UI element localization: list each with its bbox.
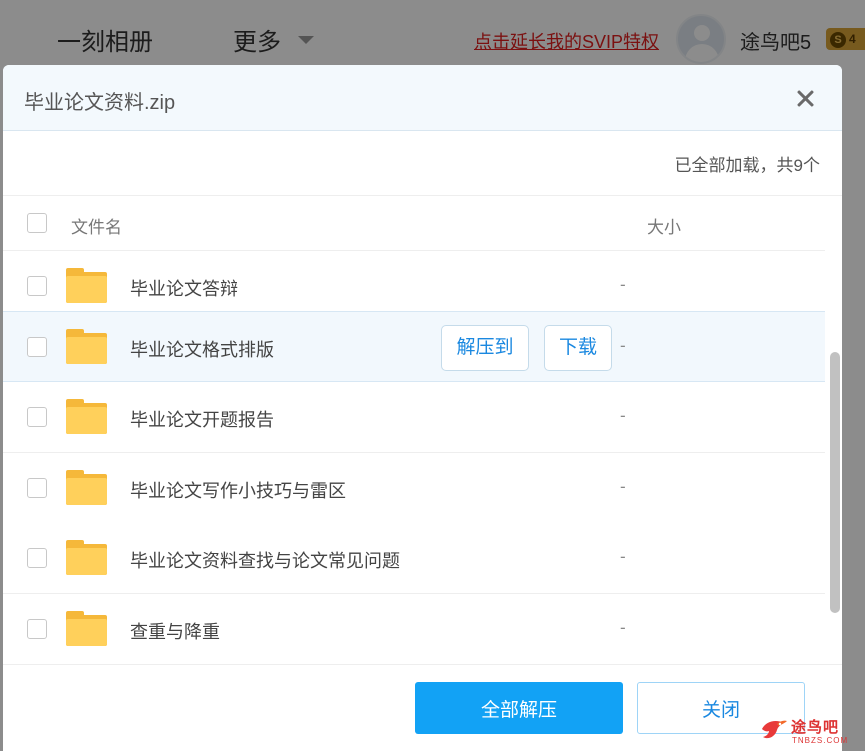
list-item[interactable]: 毕业论文格式排版 解压到 下载 - [3, 311, 825, 382]
row-checkbox[interactable] [27, 548, 47, 568]
column-header: 文件名 大小 [3, 196, 825, 251]
scrollbar-thumb[interactable] [830, 352, 840, 613]
download-button[interactable]: 下载 [544, 325, 612, 371]
folder-icon [66, 329, 107, 364]
row-checkbox[interactable] [27, 478, 47, 498]
divider [3, 664, 842, 665]
watermark-logo: 途鸟吧 TNBZS.COM [758, 713, 865, 751]
file-size: - [620, 275, 626, 294]
file-size: - [620, 406, 626, 425]
bird-logo-icon [762, 720, 787, 739]
watermark-name: 途鸟吧 [791, 719, 840, 736]
list-item[interactable]: 毕业论文资料查找与论文常见问题 - [3, 523, 825, 594]
file-name[interactable]: 毕业论文答辩 [130, 275, 238, 301]
file-name[interactable]: 查重与降重 [130, 618, 220, 644]
row-checkbox[interactable] [27, 407, 47, 427]
close-icon[interactable] [792, 85, 820, 113]
folder-icon [66, 399, 107, 434]
file-size: - [620, 477, 626, 496]
list-item[interactable]: 毕业论文写作小技巧与雷区 - [3, 453, 825, 524]
extract-all-button[interactable]: 全部解压 [415, 682, 623, 734]
list-item[interactable]: 查重与降重 - [3, 594, 825, 664]
row-checkbox[interactable] [27, 337, 47, 357]
folder-icon [66, 611, 107, 646]
folder-icon [66, 268, 107, 303]
row-checkbox[interactable] [27, 619, 47, 639]
dialog-header: 毕业论文资料.zip [3, 65, 842, 131]
dialog-title: 毕业论文资料.zip [24, 92, 176, 114]
file-list: 毕业论文答辩 - 毕业论文格式排版 解压到 下载 - 毕业论文开题报告 - 毕业… [3, 251, 825, 664]
extract-to-button[interactable]: 解压到 [441, 325, 529, 371]
archive-preview-dialog: 毕业论文资料.zip 已全部加载，共9个 文件名 大小 毕业论文答辩 - 毕业论… [3, 65, 842, 751]
file-size: - [620, 336, 626, 355]
file-name[interactable]: 毕业论文格式排版 [130, 336, 274, 362]
folder-icon [66, 540, 107, 575]
select-all-checkbox[interactable] [27, 213, 47, 233]
list-item[interactable]: 毕业论文开题报告 - [3, 382, 825, 453]
file-size: - [620, 618, 626, 637]
folder-icon [66, 470, 107, 505]
column-name-header: 文件名 [71, 218, 122, 237]
row-checkbox[interactable] [27, 276, 47, 296]
watermark-domain: TNBZS.COM [792, 736, 849, 745]
load-status: 已全部加载，共9个 [674, 156, 820, 175]
file-size: - [620, 547, 626, 566]
file-name[interactable]: 毕业论文开题报告 [130, 406, 274, 432]
file-name[interactable]: 毕业论文资料查找与论文常见问题 [130, 547, 400, 573]
file-name[interactable]: 毕业论文写作小技巧与雷区 [130, 477, 346, 503]
column-size-header: 大小 [647, 218, 681, 237]
